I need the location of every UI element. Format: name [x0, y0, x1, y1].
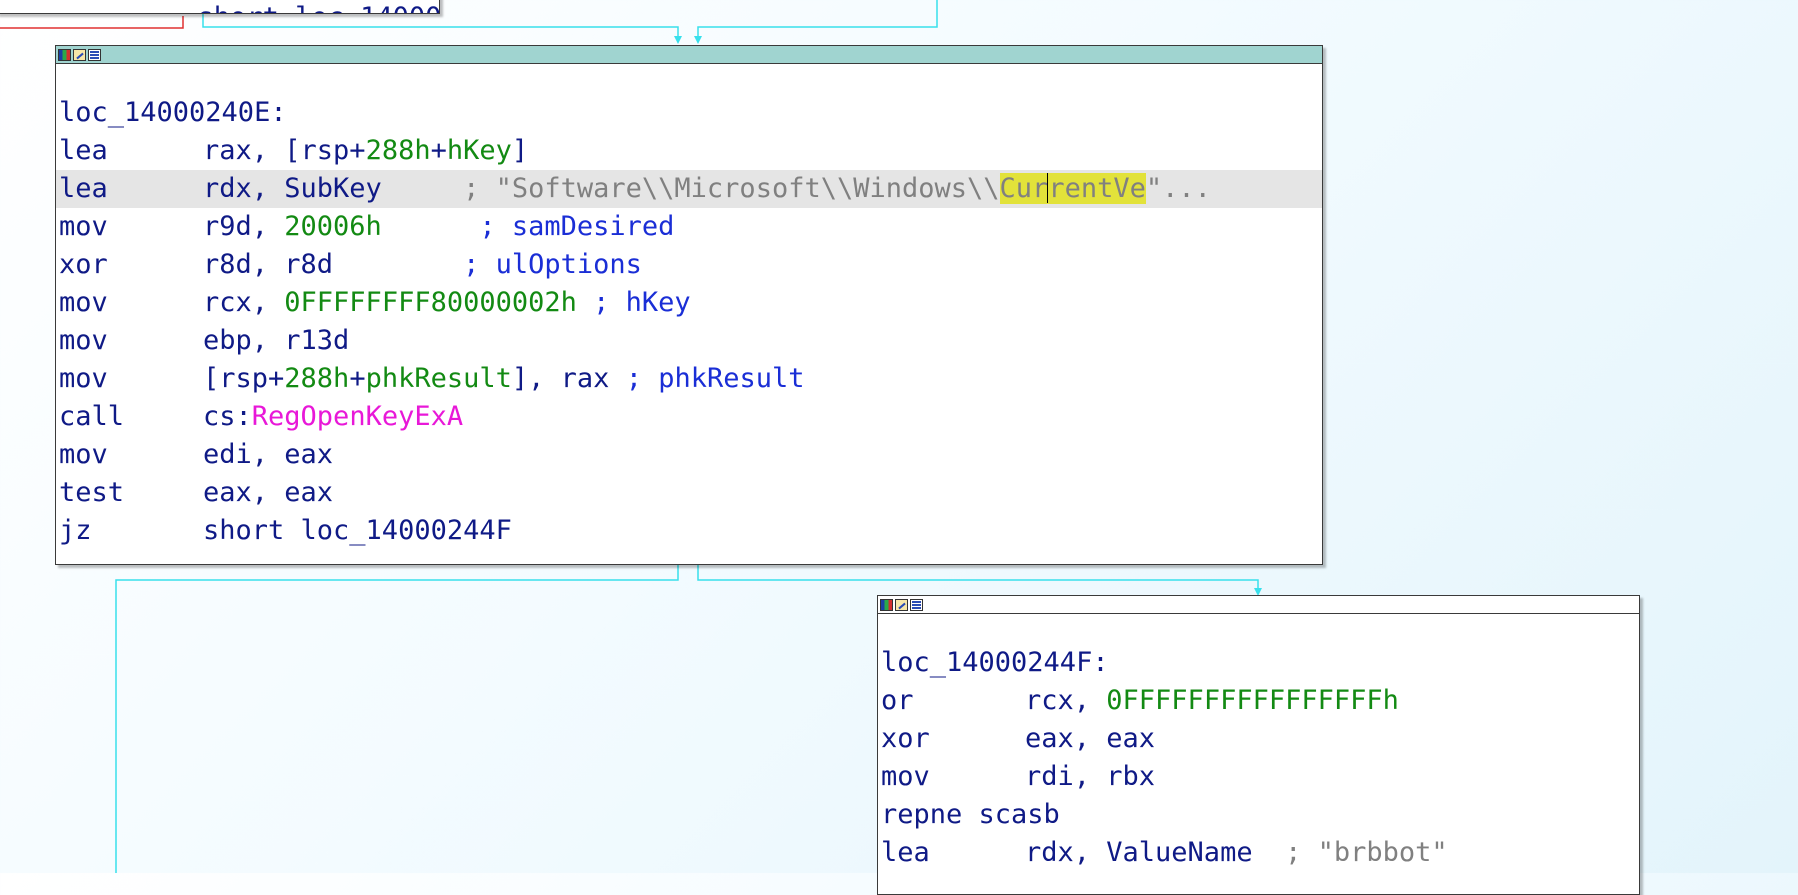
edit-icon[interactable] — [73, 48, 86, 61]
prev-block-fragment[interactable]: short loc_140002402 — [0, 0, 440, 14]
stack-var: phkResult — [365, 363, 512, 394]
edge-false-down — [115, 565, 679, 873]
mnemonic: repne scasb — [881, 799, 1060, 830]
edge-true-right — [697, 565, 1259, 592]
graph-overview-icon[interactable] — [880, 598, 893, 611]
edge-incoming-right — [697, 0, 938, 40]
search-highlight: Cur — [999, 173, 1049, 204]
operand: + — [430, 135, 447, 166]
operand: rdi, rbx — [1025, 761, 1156, 792]
operand-number: 0FFFFFFFF80000002h — [284, 287, 577, 318]
instruction-line[interactable]: mov r9d, 20006h ; samDesired — [56, 208, 1322, 246]
instruction-line[interactable]: mov rcx, 0FFFFFFFF80000002h ; hKey — [56, 284, 1322, 322]
operand: [rsp+ — [203, 363, 285, 394]
instruction-line[interactable]: mov [rsp+288h+phkResult], rax ; phkResult — [56, 360, 1322, 398]
operand: rdx, ValueName — [1025, 837, 1253, 868]
mnemonic: call — [59, 401, 125, 432]
instruction-line[interactable]: mov rdi, rbx — [878, 758, 1639, 796]
edge-arrowhead-incoming-right — [694, 36, 702, 44]
mnemonic: xor — [881, 723, 930, 754]
operand: eax, eax — [1025, 723, 1156, 754]
instruction-line[interactable]: xor eax, eax — [878, 720, 1639, 758]
label-text: loc_14000244F: — [881, 647, 1109, 678]
mnemonic: mov — [59, 363, 108, 394]
instruction-line[interactable]: mov edi, eax — [56, 436, 1322, 474]
mnemonic: mov — [59, 287, 108, 318]
mnemonic: xor — [59, 249, 108, 280]
mnemonic: mov — [59, 211, 108, 242]
operand: edi, eax — [203, 439, 334, 470]
block-titlebar — [878, 596, 1639, 614]
comment-prefix: ; "Software\\Microsoft\\Windows\\ — [463, 173, 1000, 204]
list-view-icon[interactable] — [88, 48, 101, 61]
operand: rcx, — [1025, 685, 1107, 716]
operand: eax, eax — [203, 477, 334, 508]
mnemonic: test — [59, 477, 125, 508]
block-titlebar — [56, 46, 1322, 64]
mnemonic: mov — [59, 325, 108, 356]
basic-block-loc-14000244F[interactable]: loc_14000244F: or rcx, 0FFFFFFFFFFFFFFFFh… — [877, 595, 1640, 895]
comment-suffix: "... — [1145, 173, 1211, 204]
graph-overview-icon[interactable] — [58, 48, 71, 61]
operand: r9d, — [203, 211, 285, 242]
comment: ; samDesired — [479, 211, 675, 242]
block-label[interactable]: loc_14000244F: — [878, 644, 1639, 682]
mnemonic: lea — [59, 173, 108, 204]
mnemonic: lea — [59, 135, 108, 166]
operand: rax, [rsp+ — [203, 135, 366, 166]
stack-var: hKey — [446, 135, 512, 166]
edge-arrowhead-incoming-left — [674, 36, 682, 44]
operand: cs: — [203, 401, 252, 432]
operand: ], rax — [511, 363, 610, 394]
block-disassembly: loc_14000244F: or rcx, 0FFFFFFFFFFFFFFFFh… — [878, 614, 1639, 872]
mnemonic: jz — [59, 515, 92, 546]
mnemonic: or — [881, 685, 914, 716]
operand: ebp, r13d — [203, 325, 350, 356]
instruction-line[interactable]: lea rax, [rsp+288h+hKey] — [56, 132, 1322, 170]
block-label[interactable]: loc_14000240E: — [56, 94, 1322, 132]
instruction-line[interactable]: call cs:RegOpenKeyExA — [56, 398, 1322, 436]
operand: short loc_140002402 — [198, 2, 439, 13]
instruction-line[interactable]: jz short loc_14000244F — [56, 512, 1322, 550]
operand: r8d, r8d — [203, 249, 334, 280]
mnemonic: mov — [881, 761, 930, 792]
label-text: loc_14000240E: — [59, 97, 287, 128]
instruction-line[interactable]: or rcx, 0FFFFFFFFFFFFFFFFh — [878, 682, 1639, 720]
string-comment: ; "brbbot" — [1285, 837, 1448, 868]
operand: ] — [511, 135, 529, 166]
graph-view-canvas[interactable]: short loc_140002402 loc_14000240E: lea ra… — [0, 0, 1798, 895]
mnemonic: mov — [59, 439, 108, 470]
operand-number: 20006h — [284, 211, 382, 242]
operand: + — [349, 363, 366, 394]
basic-block-loc-14000240E[interactable]: loc_14000240E: lea rax, [rsp+288h+hKey] l… — [55, 45, 1323, 565]
instruction-line[interactable]: test eax, eax — [56, 474, 1322, 512]
import-name[interactable]: RegOpenKeyExA — [252, 401, 463, 432]
operand-number: 288h — [284, 363, 350, 394]
mnemonic: lea — [881, 837, 930, 868]
comment: ; phkResult — [625, 363, 805, 394]
instruction-line[interactable]: repne scasb — [878, 796, 1639, 834]
operand: rcx, — [203, 287, 285, 318]
search-highlight: rentVe — [1048, 173, 1146, 204]
operand-number: 0FFFFFFFFFFFFFFFFh — [1106, 685, 1399, 716]
comment: ; ulOptions — [463, 249, 642, 280]
block-disassembly: loc_14000240E: lea rax, [rsp+288h+hKey] l… — [56, 64, 1322, 550]
string-comment: ; "Software\\Microsoft\\Windows\\Current… — [463, 173, 1211, 204]
operand-number: 288h — [365, 135, 431, 166]
instruction-line-selected[interactable]: lea rdx, SubKey ; "Software\\Microsoft\\W… — [56, 170, 1322, 208]
instruction-line[interactable]: xor r8d, r8d ; ulOptions — [56, 246, 1322, 284]
operand: rdx, SubKey — [203, 173, 382, 204]
instruction-line[interactable]: lea rdx, ValueName ; "brbbot" — [878, 834, 1639, 872]
prev-block-jmp-line[interactable]: short loc_140002402 — [5, 0, 439, 13]
edge-false-top — [0, 16, 184, 29]
list-view-icon[interactable] — [910, 598, 923, 611]
comment: ; hKey — [593, 287, 691, 318]
edit-icon[interactable] — [895, 598, 908, 611]
instruction-line[interactable]: mov ebp, r13d — [56, 322, 1322, 360]
jump-target[interactable]: short loc_14000244F — [203, 515, 512, 546]
